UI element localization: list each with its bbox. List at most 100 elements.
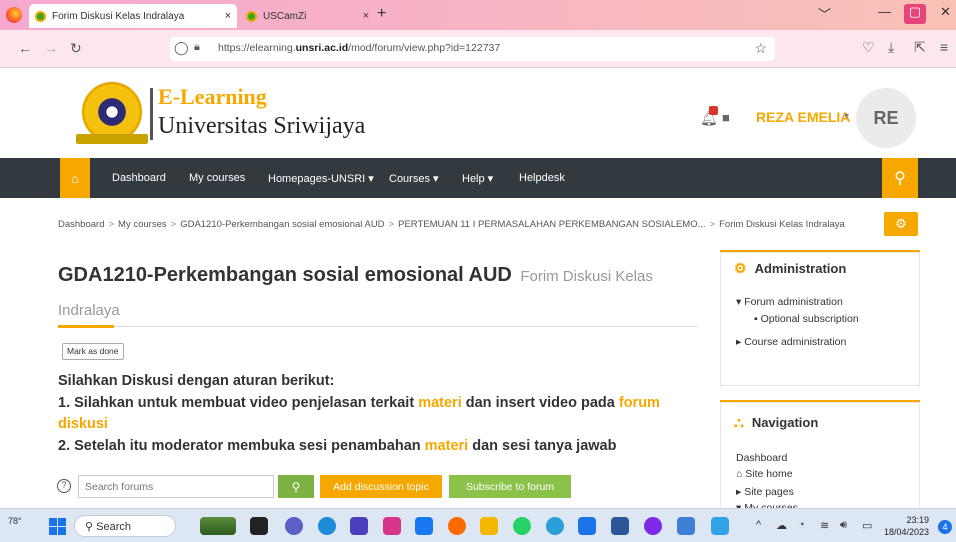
breadcrumb: Dashboard > My courses > GDA1210-Perkembanga…: [58, 219, 845, 230]
search-forums-button[interactable]: ⚲: [278, 475, 314, 498]
breadcrumb-course[interactable]: GDA1210-Perkembangan sosial emosional AU…: [180, 219, 384, 230]
browser-toolbar: ← → ↻ ◯ 🔒︎ https://elearning.unsri.ac.id…: [0, 30, 956, 68]
reload-icon[interactable]: ↻: [70, 40, 82, 57]
intro-rule-2: 2. Setelah itu moderator membuka sesi pe…: [58, 438, 617, 454]
app-icon[interactable]: [350, 517, 368, 535]
site-header: E-Learning Universitas Sriwijaya 🔔︎ ■ RE…: [0, 68, 956, 158]
telegram-icon[interactable]: [546, 517, 564, 535]
nav-dashboard[interactable]: Dashboard: [112, 172, 166, 184]
administration-title: Administration: [754, 261, 847, 276]
nav-helpdesk[interactable]: Helpdesk: [519, 172, 565, 184]
course-administration-item[interactable]: ▸ Course administration: [736, 336, 846, 348]
breadcrumb-section[interactable]: PERTEMUAN 11 I PERMASALAHAN PERKEMBANGAN…: [398, 219, 705, 230]
forum-administration-item[interactable]: ▾ Forum administration: [736, 296, 843, 308]
avatar[interactable]: RE: [856, 88, 916, 148]
url-bar[interactable]: ◯ 🔒︎ https://elearning.unsri.ac.id/mod/f…: [170, 37, 775, 61]
breadcrumb-dashboard[interactable]: Dashboard: [58, 219, 104, 230]
caret-down-icon[interactable]: ▾: [844, 111, 849, 122]
nav-help[interactable]: Help ▾: [462, 172, 493, 185]
nav-block-dashboard[interactable]: Dashboard: [736, 452, 787, 464]
add-discussion-topic-button[interactable]: Add discussion topic: [320, 475, 442, 498]
title-underline: [114, 326, 698, 327]
site-favicon-icon: [246, 10, 257, 22]
messenger-icon[interactable]: [415, 517, 433, 535]
chrome-icon[interactable]: ◔: [798, 519, 805, 531]
tab-close-icon[interactable]: ×: [225, 10, 231, 22]
optional-subscription-item[interactable]: ▪ Optional subscription: [754, 313, 859, 325]
nav-block-site-pages[interactable]: ▸ Site pages: [736, 486, 794, 498]
forward-icon[interactable]: →: [44, 40, 58, 56]
clock[interactable]: 23:19 18/04/2023: [884, 514, 929, 538]
app-icon[interactable]: [711, 517, 729, 535]
widget-landscape-icon[interactable]: [200, 517, 236, 535]
download-icon[interactable]: ⤓: [888, 39, 894, 56]
mark-as-done-button[interactable]: Mark as done: [62, 343, 124, 360]
messages-icon[interactable]: ■: [722, 110, 730, 125]
maximize-icon[interactable]: ▢: [904, 4, 926, 24]
notification-count[interactable]: 4: [938, 520, 952, 534]
url-text[interactable]: https://elearning.unsri.ac.id/mod/forum/…: [218, 42, 500, 54]
photos-icon[interactable]: [677, 517, 695, 535]
page-title: GDA1210-Perkembangan sosial emosional AU…: [58, 258, 708, 328]
administration-block: ⚙ Administration ▾ Forum administration …: [720, 250, 920, 386]
highlight-materi: materi: [418, 395, 462, 411]
firefox-taskbar-icon[interactable]: [448, 517, 466, 535]
word-icon[interactable]: [611, 517, 629, 535]
instagram-icon[interactable]: [383, 517, 401, 535]
breadcrumb-forum[interactable]: Forim Diskusi Kelas Indralaya: [719, 219, 845, 230]
nav-block-site-home[interactable]: ⌂ Site home: [736, 468, 793, 480]
windows-start-icon[interactable]: [49, 518, 66, 535]
bookmark-star-icon[interactable]: ☆: [754, 40, 767, 57]
task-view-icon[interactable]: [250, 517, 268, 535]
pocket-icon[interactable]: ♡: [862, 39, 875, 56]
settings-gear-icon[interactable]: ⚙: [884, 212, 918, 236]
file-explorer-icon[interactable]: [480, 517, 498, 535]
home-icon[interactable]: ⌂: [60, 158, 90, 198]
taskbar-search[interactable]: ⚲ Search: [74, 515, 176, 537]
highlight-materi: materi: [424, 438, 469, 454]
battery-icon[interactable]: ▭: [862, 519, 872, 532]
main-navbar: ⌂ Dashboard My courses Homepages-UNSRI ▾…: [0, 158, 956, 198]
sitemap-icon: ⛬: [734, 414, 744, 430]
tab-uscamzi[interactable]: USCamZi ×: [240, 4, 375, 28]
close-window-icon[interactable]: ✕: [940, 4, 951, 20]
navigation-header: ⛬ Navigation: [734, 414, 818, 431]
app-icon[interactable]: [578, 517, 596, 535]
edge-icon[interactable]: [318, 517, 336, 535]
nav-homepages-unsri[interactable]: Homepages-UNSRI ▾: [268, 172, 374, 185]
title-underline-accent: [58, 325, 114, 328]
shield-icon[interactable]: ◯: [174, 40, 189, 56]
firefox-icon[interactable]: [6, 7, 22, 23]
wifi-icon[interactable]: ≋: [820, 519, 829, 532]
speaker-icon[interactable]: 🔊︎: [840, 519, 847, 532]
course-title: GDA1210-Perkembangan sosial emosional AU…: [58, 264, 512, 286]
brand-subtitle[interactable]: Universitas Sriwijaya: [158, 113, 365, 140]
minimize-icon[interactable]: —: [878, 4, 891, 19]
administration-header: ⚙ Administration: [734, 260, 846, 277]
back-icon[interactable]: ←: [18, 40, 32, 56]
subscribe-to-forum-button[interactable]: Subscribe to forum: [449, 475, 571, 498]
breadcrumb-my-courses[interactable]: My courses: [118, 219, 167, 230]
help-icon[interactable]: ?: [57, 479, 71, 493]
weather-widget[interactable]: 78°: [8, 516, 22, 526]
intro-line: Silahkan Diskusi dengan aturan berikut:: [58, 373, 335, 389]
search-icon[interactable]: ⚲: [882, 158, 918, 198]
user-menu[interactable]: REZA EMELIA: [756, 109, 850, 125]
nav-courses[interactable]: Courses ▾: [389, 172, 439, 185]
chat-app-icon[interactable]: [285, 517, 303, 535]
canva-icon[interactable]: [644, 517, 662, 535]
brand-title[interactable]: E-Learning: [158, 84, 267, 110]
whatsapp-icon[interactable]: [513, 517, 531, 535]
tab-close-icon[interactable]: ×: [363, 10, 369, 22]
tab-list-chevron-icon[interactable]: ﹀: [818, 4, 831, 23]
lock-icon[interactable]: 🔒︎: [194, 41, 200, 54]
search-forums-input[interactable]: [78, 475, 274, 498]
cloud-icon[interactable]: ☁: [776, 519, 787, 532]
site-favicon-icon: [35, 10, 46, 22]
menu-icon[interactable]: ≡: [940, 39, 948, 55]
tray-chevron-icon[interactable]: ^: [756, 519, 761, 531]
tab-forum[interactable]: Forim Diskusi Kelas Indralaya ×: [29, 4, 237, 28]
new-tab-button[interactable]: +: [377, 5, 386, 23]
share-icon[interactable]: ⇱: [914, 39, 926, 56]
nav-my-courses[interactable]: My courses: [189, 172, 245, 184]
